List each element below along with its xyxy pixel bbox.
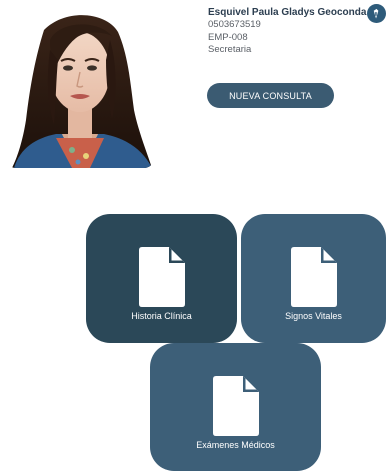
document-icon xyxy=(138,247,185,307)
document-icon xyxy=(212,376,259,436)
profile-employee-code: EMP-008 xyxy=(208,31,248,43)
tile-examenes-medicos[interactable]: Exámenes Médicos xyxy=(150,343,321,471)
tile-label: Historia Clínica xyxy=(131,311,192,321)
tile-historia-clinica[interactable]: Historia Clínica xyxy=(86,214,237,343)
profile-phone: 0503673519 xyxy=(208,19,261,30)
profile-role: Secretaria xyxy=(208,44,252,55)
tile-label: Signos Vitales xyxy=(285,311,342,321)
tile-label: Exámenes Médicos xyxy=(196,440,275,450)
tile-signos-vitales[interactable]: Signos Vitales xyxy=(241,214,386,343)
profile-name: Esquivel Paula Gladys Geoconda xyxy=(208,7,367,18)
document-icon xyxy=(290,247,337,307)
edit-profile-button[interactable] xyxy=(367,4,386,23)
pen-icon xyxy=(373,8,379,19)
profile-info: Esquivel Paula Gladys Geoconda 050367351… xyxy=(208,7,383,57)
new-consultation-button[interactable]: NUEVA CONSULTA xyxy=(207,83,334,108)
user-photo xyxy=(6,0,154,168)
